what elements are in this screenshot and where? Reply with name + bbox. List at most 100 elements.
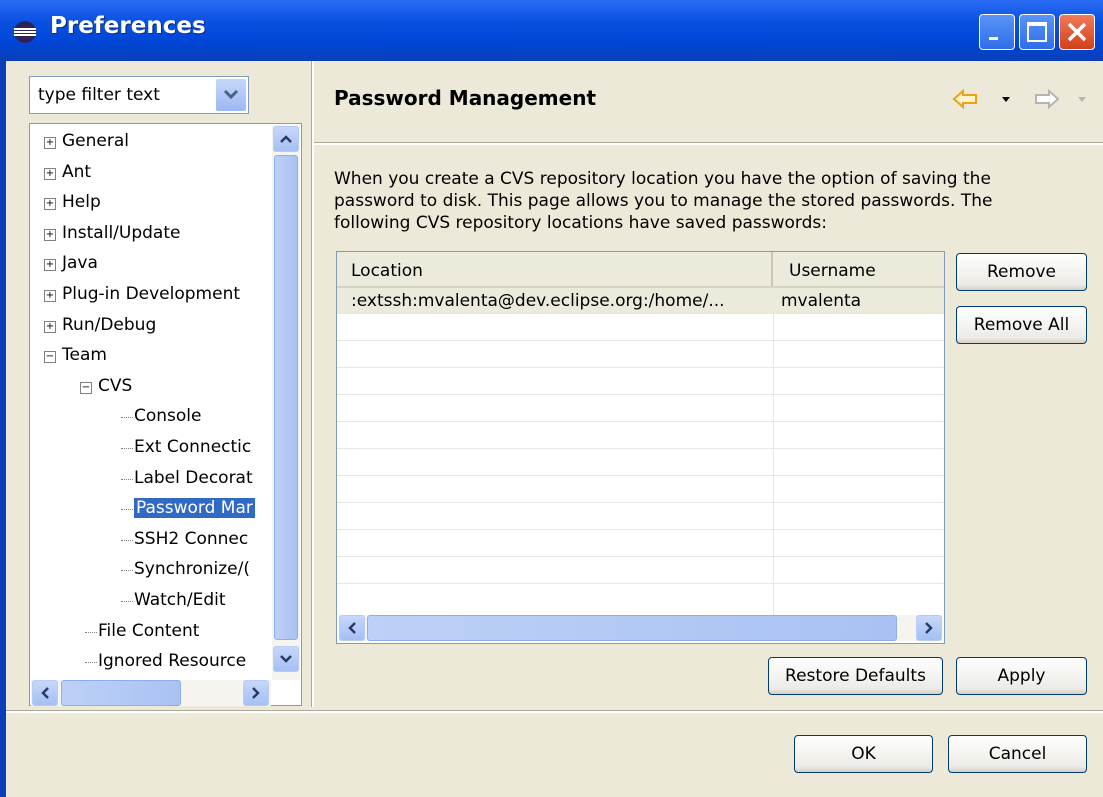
remove-button[interactable]: Remove — [956, 253, 1087, 291]
chevron-down-icon — [223, 89, 239, 100]
apply-button[interactable]: Apply — [956, 657, 1087, 695]
tree-horizontal-scrollbar[interactable] — [31, 680, 271, 706]
scroll-right-button[interactable] — [243, 680, 269, 706]
preference-tree[interactable]: + General + Ant + Help + Install/Update + Java + Pl… — [29, 123, 302, 706]
table-row[interactable] — [337, 396, 944, 422]
tree-connector — [121, 570, 133, 572]
table-row[interactable] — [337, 558, 944, 584]
tree-item[interactable]: File Content — [98, 621, 199, 641]
scroll-left-button[interactable] — [339, 615, 365, 641]
filter-input[interactable]: type filter text — [38, 85, 160, 105]
tree-connector — [121, 601, 133, 602]
chevron-right-icon — [925, 622, 933, 634]
close-icon — [1067, 22, 1087, 42]
title-separator — [314, 142, 1103, 145]
page-description: When you create a CVS repository locatio… — [334, 169, 993, 233]
back-history-dropdown[interactable] — [1000, 88, 1012, 116]
tree-connector — [121, 448, 133, 449]
tree-connector — [121, 509, 133, 511]
maximize-button[interactable] — [1019, 14, 1055, 50]
scroll-up-button[interactable] — [273, 126, 299, 152]
table-row[interactable] — [337, 531, 944, 557]
minimize-button[interactable] — [979, 14, 1015, 50]
tree-connector — [85, 662, 97, 664]
scroll-thumb[interactable] — [61, 680, 181, 706]
window-title: Preferences — [50, 13, 206, 39]
close-button[interactable] — [1059, 14, 1095, 50]
location-cell: :extssh:mvalenta@dev.eclipse.org:/home/.… — [351, 291, 725, 311]
tree-expander-icon[interactable]: + — [44, 167, 56, 180]
tree-expander-icon[interactable]: + — [44, 320, 56, 333]
tree-item[interactable]: Run/Debug — [62, 315, 156, 335]
forward-button[interactable] — [1032, 88, 1060, 116]
pane-divider[interactable] — [311, 61, 314, 707]
back-arrow-icon — [952, 88, 977, 110]
tree-item[interactable]: Console — [134, 406, 202, 426]
table-row[interactable]: :extssh:mvalenta@dev.eclipse.org:/home/.… — [337, 288, 944, 314]
tree-item[interactable]: Ignored Resource — [98, 651, 246, 671]
minimize-icon — [989, 37, 998, 40]
cancel-button[interactable]: Cancel — [948, 735, 1087, 773]
forward-arrow-icon — [1035, 88, 1060, 110]
tree-expander-icon[interactable]: + — [44, 290, 56, 302]
back-button[interactable] — [952, 88, 980, 116]
table-row[interactable] — [337, 504, 944, 530]
tree-item[interactable]: Plug-in Development — [62, 284, 240, 304]
tree-item[interactable]: Watch/Edit — [134, 590, 226, 610]
column-header-label: Username — [789, 261, 876, 281]
table-row[interactable] — [337, 450, 944, 476]
tree-item-selected[interactable]: Password Mar — [133, 497, 256, 520]
scroll-left-button[interactable] — [32, 680, 58, 706]
tree-expander-icon[interactable]: − — [44, 351, 56, 364]
window-frame — [0, 61, 6, 797]
scroll-down-button[interactable] — [273, 646, 299, 672]
tree-item[interactable]: Install/Update — [62, 223, 180, 243]
username-cell: mvalenta — [781, 291, 862, 311]
ok-button[interactable]: OK — [794, 735, 933, 773]
tree-expander-icon[interactable]: − — [80, 381, 92, 394]
tree-item[interactable]: Help — [62, 192, 101, 212]
scroll-thumb[interactable] — [274, 155, 298, 640]
tree-item[interactable]: Java — [62, 253, 98, 273]
table-row[interactable] — [337, 315, 944, 341]
table-row[interactable] — [337, 369, 944, 395]
tree-vertical-scrollbar[interactable] — [272, 125, 300, 680]
table-row[interactable] — [337, 342, 944, 368]
chevron-up-icon — [280, 135, 292, 143]
tree-item[interactable]: Label Decorat — [134, 468, 253, 488]
column-header-username[interactable]: Username — [773, 252, 944, 288]
table-horizontal-scrollbar[interactable] — [339, 615, 942, 641]
forward-history-dropdown[interactable] — [1076, 88, 1088, 116]
tree-item[interactable]: General — [62, 131, 129, 151]
restore-defaults-button[interactable]: Restore Defaults — [768, 657, 943, 695]
tree-expander-icon[interactable]: + — [44, 198, 56, 211]
chevron-left-icon — [348, 622, 356, 634]
chevron-left-icon — [41, 687, 49, 699]
filter-dropdown-button[interactable] — [216, 79, 246, 111]
chevron-right-icon — [252, 687, 260, 699]
title-bar[interactable]: Preferences — [0, 0, 1103, 61]
remove-all-button[interactable]: Remove All — [956, 306, 1087, 344]
tree-expander-icon[interactable]: + — [44, 228, 56, 241]
tree-connector — [121, 417, 133, 419]
eclipse-icon — [14, 21, 36, 43]
scroll-thumb[interactable] — [367, 615, 897, 641]
password-table[interactable]: Location Username :extssh:mvalenta@dev.e… — [336, 251, 945, 644]
tree-item[interactable]: Synchronize/( — [134, 559, 250, 579]
filter-combo[interactable]: type filter text — [29, 76, 249, 114]
column-header-location[interactable]: Location — [337, 252, 773, 288]
tree-expander-icon[interactable]: + — [44, 259, 56, 272]
tree-item[interactable]: CVS — [98, 376, 132, 396]
tree-item[interactable]: Ant — [62, 162, 91, 182]
table-row[interactable] — [337, 477, 944, 503]
maximize-icon — [1027, 22, 1047, 42]
tree-expander-icon[interactable]: + — [44, 137, 56, 149]
scroll-right-button[interactable] — [916, 615, 942, 641]
caret-down-icon — [1002, 97, 1010, 102]
tree-connector — [85, 631, 97, 633]
page-title: Password Management — [334, 86, 597, 110]
tree-item[interactable]: SSH2 Connec — [134, 529, 248, 549]
tree-item[interactable]: Team — [62, 345, 107, 365]
tree-item[interactable]: Ext Connectic — [134, 437, 251, 457]
table-row[interactable] — [337, 423, 944, 449]
